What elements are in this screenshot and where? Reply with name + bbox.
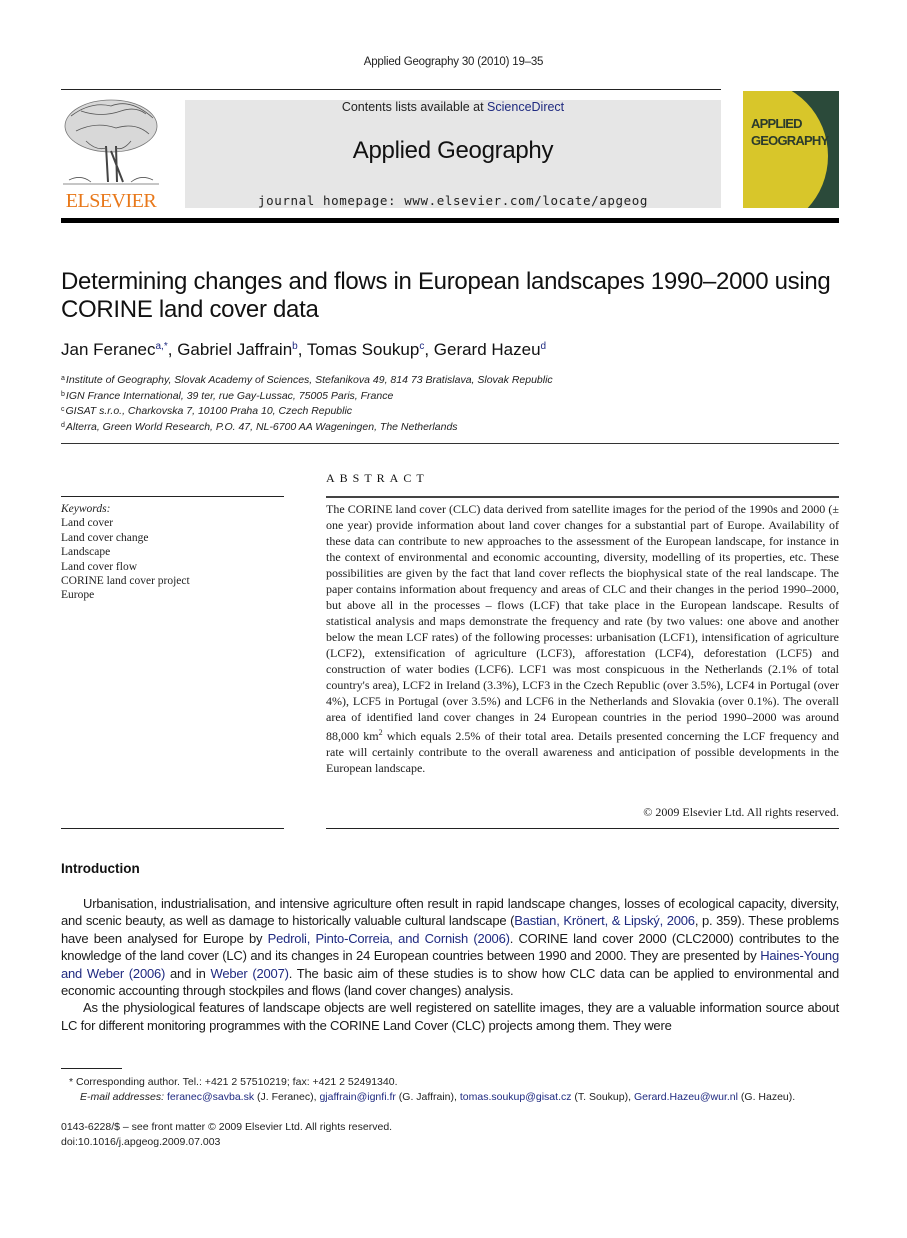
cover-title-line2: Geography bbox=[751, 133, 829, 148]
email-owner: (G. Jaffrain), bbox=[395, 1091, 460, 1103]
author-affil-link[interactable]: d bbox=[541, 341, 547, 352]
email-owner: (G. Hazeu). bbox=[737, 1091, 796, 1103]
affil-text: IGN France International, 39 ter, rue Ga… bbox=[65, 389, 394, 402]
elsevier-tree-icon bbox=[63, 99, 159, 185]
cover-title-line1: Applied bbox=[751, 116, 803, 131]
keyword: Landscape bbox=[61, 546, 111, 559]
affil-marker: a bbox=[61, 375, 65, 382]
keyword: Land cover bbox=[61, 517, 114, 530]
paragraph: Urbanisation, industrialisation, and int… bbox=[61, 895, 839, 999]
corresponding-author-note: * Corresponding author. Tel.: +421 2 575… bbox=[69, 1076, 398, 1088]
email-link[interactable]: feranec@savba.sk bbox=[167, 1091, 254, 1103]
footnote-rule bbox=[61, 1068, 122, 1069]
text-run: and in bbox=[165, 965, 211, 981]
citation-link[interactable]: Pedroli, Pinto-Correia, and Cornish (200… bbox=[268, 931, 510, 946]
issn-line: 0143-6228/$ – see front matter © 2009 El… bbox=[61, 1121, 393, 1133]
paragraph: As the physiological features of landsca… bbox=[61, 1000, 839, 1033]
affiliation: dAlterra, Green World Research, P.O. 47,… bbox=[61, 419, 553, 435]
header-thick-rule bbox=[61, 218, 839, 223]
citation-link[interactable]: Weber (2007) bbox=[210, 966, 288, 981]
journal-title: Applied Geography bbox=[352, 137, 554, 164]
affiliation: cGISAT s.r.o., Charkovska 7, 10100 Praha… bbox=[61, 403, 553, 419]
author: Gabriel Jaffrainb bbox=[177, 340, 298, 359]
sciencedirect-link[interactable]: ScienceDirect bbox=[487, 100, 564, 114]
journal-homepage[interactable]: journal homepage: www.elsevier.com/locat… bbox=[185, 193, 721, 208]
doi-line[interactable]: doi:10.1016/j.apgeog.2009.07.003 bbox=[61, 1135, 392, 1150]
elsevier-logo[interactable]: ELSEVIER bbox=[61, 96, 161, 212]
affil-text: GISAT s.r.o., Charkovska 7, 10100 Praha … bbox=[65, 405, 353, 417]
introduction-heading: Introduction bbox=[61, 861, 140, 876]
author-affil-link[interactable]: c bbox=[419, 341, 424, 352]
affiliation: bIGN France International, 39 ter, rue G… bbox=[61, 388, 553, 404]
abstract-heading: ABSTRACT bbox=[326, 471, 429, 485]
email-owner: (T. Soukup), bbox=[571, 1091, 634, 1103]
author: Jan Feraneca,* bbox=[61, 340, 168, 359]
keywords-rule-top bbox=[61, 496, 284, 497]
abstract-rule-top bbox=[326, 496, 839, 498]
front-matter: 0143-6228/$ – see front matter © 2009 El… bbox=[61, 1120, 392, 1150]
section-rule bbox=[61, 443, 839, 444]
abstract-text-2: which equals 2.5% of their total area. D… bbox=[326, 729, 839, 775]
affiliation: aInstitute of Geography, Slovak Academy … bbox=[61, 372, 553, 388]
author-affil-link[interactable]: a,* bbox=[156, 341, 168, 352]
citation-link[interactable]: Bastian, Krönert, & Lipský, 2006 bbox=[514, 913, 695, 928]
cover-artwork bbox=[743, 91, 828, 208]
journal-banner: Contents lists available at ScienceDirec… bbox=[185, 100, 721, 208]
author-name: Gabriel Jaffrain bbox=[177, 340, 293, 359]
author-name: Gerard Hazeu bbox=[433, 340, 541, 359]
email-link[interactable]: Gerard.Hazeu@wur.nl bbox=[634, 1091, 738, 1103]
email-link[interactable]: gjaffrain@ignfi.fr bbox=[319, 1091, 395, 1103]
article-title: Determining changes and flows in Europea… bbox=[61, 268, 831, 323]
affil-text: Alterra, Green World Research, P.O. 47, … bbox=[65, 420, 458, 433]
affil-marker: d bbox=[61, 421, 65, 429]
author-name: Jan Feranec bbox=[61, 340, 156, 359]
email-addresses: E-mail addresses: feranec@savba.sk (J. F… bbox=[61, 1090, 851, 1105]
footnotes: * Corresponding author. Tel.: +421 2 575… bbox=[61, 1075, 851, 1105]
keyword: CORINE land cover project bbox=[61, 575, 190, 588]
keywords-label: Keywords: bbox=[61, 503, 111, 515]
keyword: Europe bbox=[61, 589, 95, 602]
author-list: Jan Feraneca,*, Gabriel Jaffrainb, Tomas… bbox=[61, 340, 547, 359]
abstract-rule-bottom bbox=[326, 828, 839, 829]
keywords-box: Keywords: Land cover Land cover change L… bbox=[61, 502, 190, 603]
affil-text: Institute of Geography, Slovak Academy o… bbox=[65, 374, 553, 386]
author: Gerard Hazeud bbox=[434, 340, 546, 359]
author-name: Tomas Soukup bbox=[306, 340, 420, 359]
email-link[interactable]: tomas.soukup@gisat.cz bbox=[460, 1091, 572, 1103]
email-label: E-mail addresses: bbox=[80, 1091, 165, 1103]
cover-title: Applied Geography bbox=[751, 115, 829, 149]
affil-marker: c bbox=[61, 406, 65, 413]
affil-marker: b bbox=[61, 390, 65, 398]
abstract-text-1: The CORINE land cover (CLC) data derived… bbox=[326, 502, 839, 743]
keyword: Land cover change bbox=[61, 531, 149, 544]
email-owner: (J. Feranec), bbox=[254, 1091, 320, 1103]
contents-line: Contents lists available at ScienceDirec… bbox=[185, 100, 721, 114]
abstract-copyright: © 2009 Elsevier Ltd. All rights reserved… bbox=[643, 805, 839, 819]
journal-cover[interactable]: Applied Geography bbox=[743, 91, 839, 208]
keywords-rule-bottom bbox=[61, 828, 284, 829]
elsevier-wordmark: ELSEVIER bbox=[65, 190, 157, 212]
journal-reference: Applied Geography 30 (2010) 19–35 bbox=[363, 56, 544, 68]
introduction-body: Urbanisation, industrialisation, and int… bbox=[61, 895, 839, 1034]
contents-prefix: Contents lists available at bbox=[341, 100, 488, 114]
affiliations: aInstitute of Geography, Slovak Academy … bbox=[61, 372, 553, 434]
abstract-body: The CORINE land cover (CLC) data derived… bbox=[326, 501, 839, 776]
header-rule bbox=[61, 89, 721, 90]
keyword: Land cover flow bbox=[61, 560, 137, 573]
author: Tomas Soukupc bbox=[307, 340, 424, 359]
author-affil-link[interactable]: b bbox=[292, 341, 298, 352]
